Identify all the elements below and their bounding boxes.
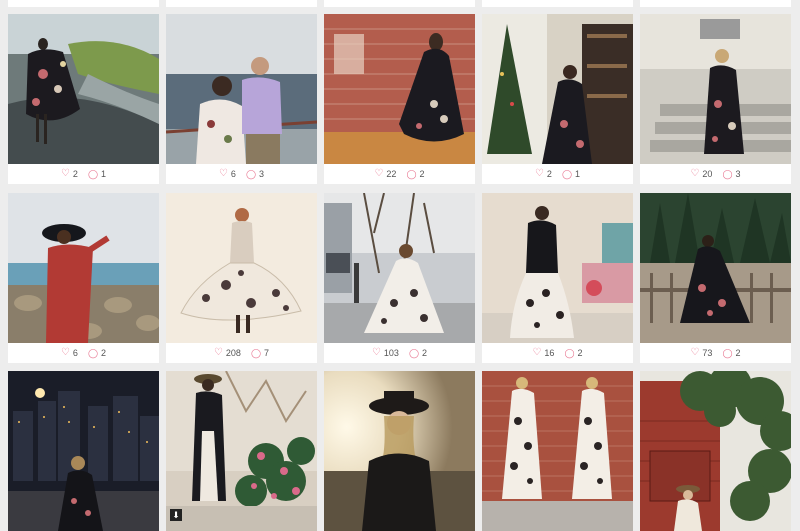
post-card[interactable]: ♡ 6 ◯ 2: [8, 193, 159, 363]
post-card[interactable]: ♡ 22 ◯ 2: [324, 14, 475, 184]
comment-icon: ◯: [408, 347, 420, 358]
comment-count[interactable]: ◯ 2: [722, 348, 740, 358]
post-stats: ♡ 2 ◯ 1: [8, 164, 159, 184]
heart-icon: ♡: [218, 168, 228, 179]
post-card[interactable]: ♡ 16 ◯ 2: [482, 193, 633, 363]
post-card[interactable]: ♡ 2 ◯ 1: [8, 14, 159, 184]
post-card[interactable]: ♡ 6 ◯ 3: [166, 14, 317, 184]
post-card[interactable]: [324, 371, 475, 531]
post-photo[interactable]: [640, 193, 791, 343]
post-card[interactable]: ⬇: [166, 371, 317, 531]
comment-icon: ◯: [564, 347, 575, 358]
comment-count[interactable]: ◯ 3: [722, 169, 740, 179]
post-photo[interactable]: [324, 14, 475, 164]
post-photo[interactable]: [482, 193, 633, 343]
post-card[interactable]: [8, 371, 159, 531]
post-stats: ♡ 73 ◯ 2: [640, 343, 791, 363]
post-photo[interactable]: [324, 193, 475, 343]
comment-count[interactable]: ◯ 1: [562, 169, 580, 179]
like-count[interactable]: ♡ 103: [371, 347, 399, 359]
photo-grid: ♡ 2 ◯ 1 ♡ 6 ◯ 3 ♡ 22 ◯ 2 ♡ 2 ◯ 1 ♡ 20 ◯ …: [0, 0, 800, 531]
post-stats: ♡ 16 ◯ 2: [482, 343, 633, 363]
comment-icon: ◯: [87, 168, 99, 179]
heart-icon: ♡: [60, 347, 70, 358]
post-photo[interactable]: ⬇: [166, 371, 317, 531]
post-photo[interactable]: [482, 14, 633, 164]
post-stats: ♡ 20 ◯ 3: [640, 164, 791, 184]
post-card[interactable]: ♡ 20 ◯ 3: [640, 14, 791, 184]
like-count[interactable]: ♡ 73: [690, 347, 712, 359]
heart-icon: ♡: [213, 347, 223, 358]
post-card[interactable]: ♡ 208 ◯ 7: [166, 193, 317, 363]
comment-icon: ◯: [722, 168, 733, 179]
comment-count[interactable]: ◯ 2: [88, 348, 106, 358]
post-photo[interactable]: [166, 14, 317, 164]
comment-count[interactable]: ◯ 2: [409, 348, 427, 358]
heart-icon: ♡: [532, 347, 542, 358]
like-count[interactable]: ♡ 16: [532, 347, 554, 359]
post-photo[interactable]: [8, 193, 159, 343]
like-count[interactable]: ♡ 6: [60, 347, 78, 359]
post-card[interactable]: ♡ 73 ◯ 2: [640, 193, 791, 363]
post-photo[interactable]: [482, 371, 633, 531]
post-stats: ♡ 208 ◯ 7: [166, 343, 317, 363]
comment-icon: ◯: [406, 168, 417, 179]
comment-count[interactable]: ◯ 7: [251, 348, 269, 358]
post-stats: ♡ 103 ◯ 2: [324, 343, 475, 363]
post-card[interactable]: ♡ 2 ◯ 1: [482, 14, 633, 184]
like-count[interactable]: ♡ 2: [534, 168, 552, 180]
post-stats: ♡ 22 ◯ 2: [324, 164, 475, 184]
comment-icon: ◯: [245, 168, 257, 179]
post-card[interactable]: ♡ 103 ◯ 2: [324, 193, 475, 363]
post-stats: ♡ 2 ◯ 1: [482, 164, 633, 184]
comment-icon: ◯: [561, 168, 573, 179]
comment-icon: ◯: [250, 347, 262, 358]
comment-count[interactable]: ◯ 3: [246, 169, 264, 179]
post-stats: ♡ 6 ◯ 2: [8, 343, 159, 363]
post-card[interactable]: [640, 371, 791, 531]
heart-icon: ♡: [690, 168, 700, 179]
post-stats: ♡ 6 ◯ 3: [166, 164, 317, 184]
post-photo[interactable]: [640, 371, 791, 531]
heart-icon: ♡: [60, 168, 70, 179]
like-count[interactable]: ♡ 208: [213, 347, 241, 359]
heart-icon: ♡: [371, 347, 381, 358]
comment-icon: ◯: [722, 347, 733, 358]
heart-icon: ♡: [374, 168, 384, 179]
comment-count[interactable]: ◯ 2: [564, 348, 582, 358]
like-count[interactable]: ♡ 22: [374, 168, 396, 180]
post-photo[interactable]: [8, 14, 159, 164]
post-photo[interactable]: [166, 193, 317, 343]
download-icon[interactable]: ⬇: [170, 509, 182, 521]
post-photo[interactable]: [8, 371, 159, 531]
comment-count[interactable]: ◯ 1: [88, 169, 106, 179]
post-photo[interactable]: [640, 14, 791, 164]
comment-icon: ◯: [87, 347, 99, 358]
like-count[interactable]: ♡ 6: [218, 168, 236, 180]
like-count[interactable]: ♡ 2: [60, 168, 78, 180]
post-card[interactable]: [482, 371, 633, 531]
comment-count[interactable]: ◯ 2: [406, 169, 424, 179]
post-photo[interactable]: [324, 371, 475, 531]
heart-icon: ♡: [690, 347, 700, 358]
heart-icon: ♡: [534, 168, 544, 179]
like-count[interactable]: ♡ 20: [690, 168, 712, 180]
